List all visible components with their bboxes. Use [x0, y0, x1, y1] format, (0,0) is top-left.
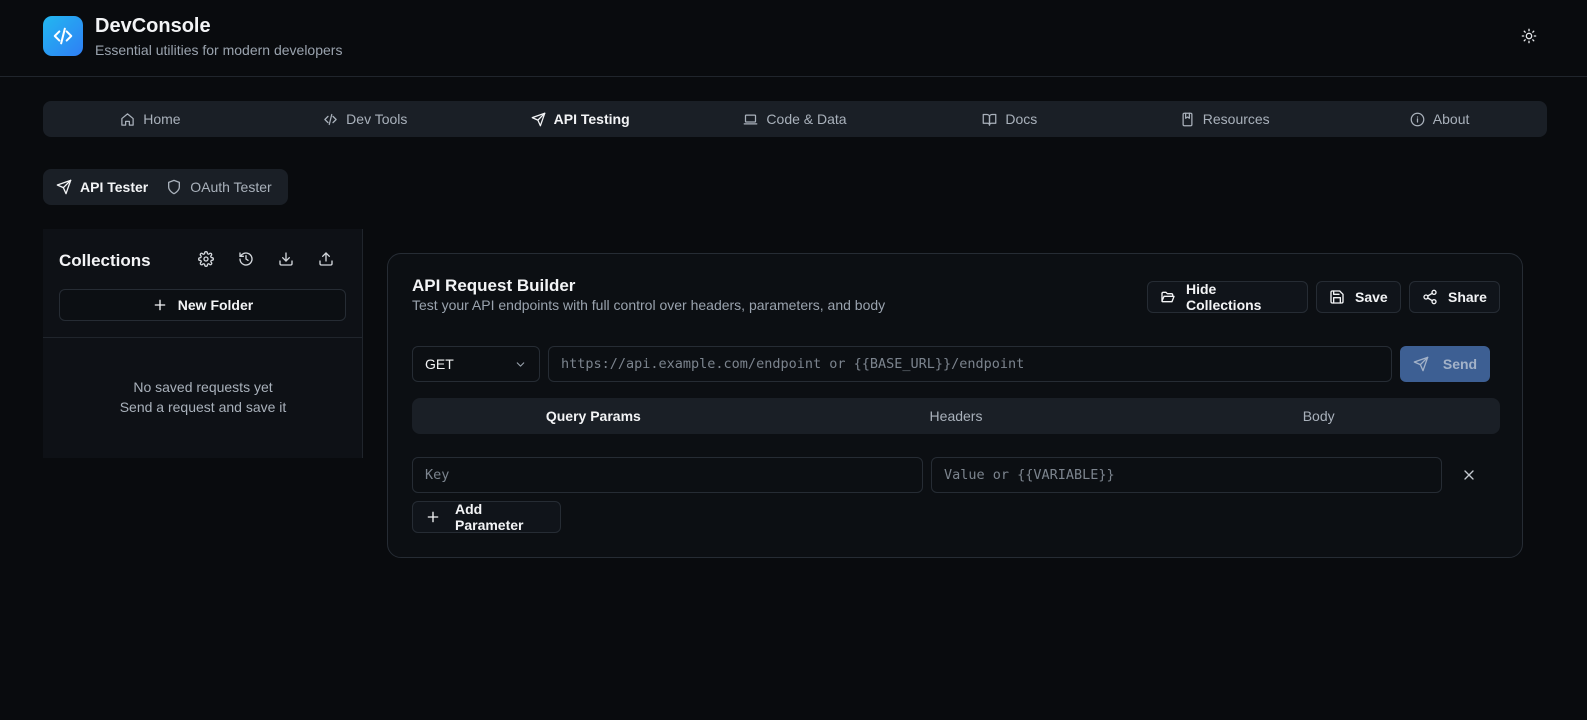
save-button[interactable]: Save [1316, 281, 1401, 313]
nav-item-docs[interactable]: Docs [902, 101, 1117, 137]
laptop-icon [743, 112, 758, 127]
send-label: Send [1442, 356, 1478, 372]
request-tabs: Query Params Headers Body [412, 398, 1500, 434]
param-key-input[interactable] [412, 457, 923, 493]
tab-label: API Tester [80, 179, 149, 195]
tab-api-tester[interactable]: API Tester [47, 173, 157, 201]
settings-icon[interactable] [198, 251, 214, 267]
save-label: Save [1355, 289, 1388, 305]
share-label: Share [1448, 289, 1487, 305]
method-value: GET [425, 356, 454, 372]
nav-item-code-data[interactable]: Code & Data [688, 101, 903, 137]
send-icon [531, 112, 546, 127]
book-open-icon [982, 112, 997, 127]
nav-item-label: Resources [1202, 111, 1270, 127]
send-button[interactable]: Send [1400, 346, 1490, 382]
send-icon [1413, 356, 1429, 372]
download-icon[interactable] [278, 251, 294, 267]
bookmark-book-icon [1180, 112, 1195, 127]
code-icon [323, 112, 338, 127]
code-logo-icon [43, 16, 83, 56]
new-folder-label: New Folder [177, 297, 254, 313]
tab-body[interactable]: Body [1137, 408, 1500, 424]
collections-panel: Collections New Folder No saved requests… [43, 229, 363, 458]
nav-item-label: API Testing [553, 111, 630, 127]
url-input[interactable] [548, 346, 1392, 382]
builder-subtitle: Test your API endpoints with full contro… [412, 297, 886, 313]
hide-collections-button[interactable]: Hide Collections [1147, 281, 1308, 313]
tab-headers[interactable]: Headers [775, 408, 1138, 424]
builder-title: API Request Builder [412, 276, 576, 295]
nav-item-resources[interactable]: Resources [1117, 101, 1332, 137]
new-folder-button[interactable]: New Folder [59, 289, 346, 321]
nav-item-label: Code & Data [766, 111, 847, 127]
sub-tabs: API Tester OAuth Tester [43, 169, 288, 205]
app-subtitle: Essential utilities for modern developer… [95, 42, 343, 58]
sun-icon[interactable] [1517, 24, 1541, 48]
nav-item-api-testing[interactable]: API Testing [473, 101, 688, 137]
main-nav: Home Dev Tools API Testing Code & Data D… [43, 101, 1547, 137]
plus-icon [152, 297, 168, 313]
hide-collections-label: Hide Collections [1186, 281, 1262, 313]
share-button[interactable]: Share [1409, 281, 1500, 313]
nav-item-label: About [1432, 111, 1470, 127]
close-icon[interactable] [1461, 467, 1477, 483]
history-icon[interactable] [238, 251, 254, 267]
nav-item-about[interactable]: About [1332, 101, 1547, 137]
empty-state-hint: Send a request and save it [119, 399, 287, 415]
tab-oauth-tester[interactable]: OAuth Tester [157, 173, 280, 201]
share-icon [1422, 289, 1438, 305]
shield-icon [166, 179, 182, 195]
add-parameter-label: Add Parameter [455, 501, 524, 533]
app-title: DevConsole [95, 15, 211, 37]
nav-item-label: Dev Tools [346, 111, 408, 127]
add-parameter-button[interactable]: Add Parameter [412, 501, 561, 533]
info-icon [1410, 112, 1425, 127]
chevron-down-icon [514, 358, 527, 371]
nav-item-label: Docs [1005, 111, 1038, 127]
method-select[interactable]: GET [412, 346, 540, 382]
collections-toolbar [198, 251, 334, 267]
nav-item-dev-tools[interactable]: Dev Tools [258, 101, 473, 137]
home-icon [120, 112, 135, 127]
folder-open-icon [1160, 289, 1176, 305]
nav-item-home[interactable]: Home [43, 101, 258, 137]
save-icon [1329, 289, 1345, 305]
tab-label: OAuth Tester [190, 179, 272, 195]
send-icon [56, 179, 72, 195]
upload-icon[interactable] [318, 251, 334, 267]
nav-item-label: Home [143, 111, 181, 127]
app-header: DevConsole Essential utilities for moder… [0, 0, 1587, 77]
collections-title: Collections [59, 251, 151, 270]
divider [43, 337, 363, 338]
tab-query-params[interactable]: Query Params [412, 408, 775, 424]
param-value-input[interactable] [931, 457, 1442, 493]
empty-state-title: No saved requests yet [133, 379, 273, 395]
plus-icon [425, 509, 441, 525]
api-request-builder: API Request Builder Test your API endpoi… [387, 253, 1523, 558]
